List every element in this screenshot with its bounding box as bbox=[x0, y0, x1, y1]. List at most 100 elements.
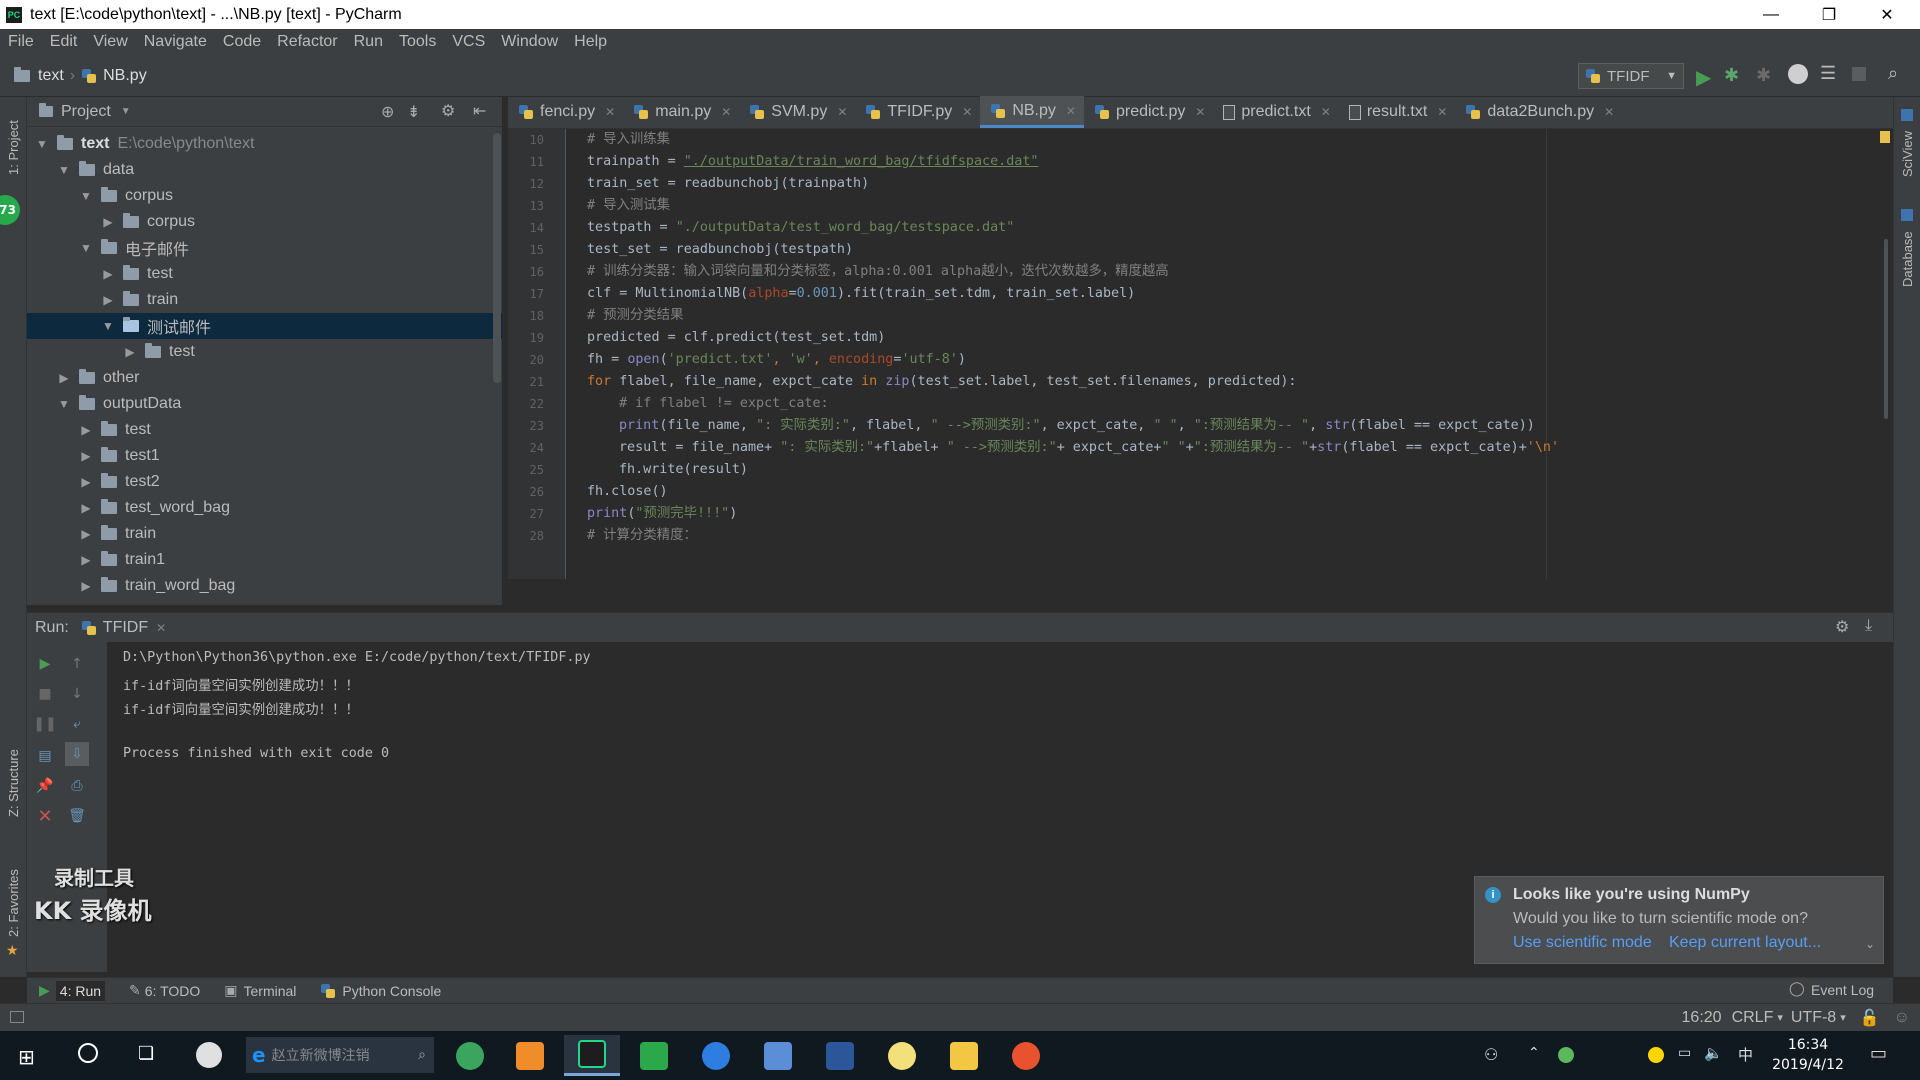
tree-item[interactable]: ▶ train bbox=[27, 287, 502, 313]
editor-tab[interactable]: NB.py ✕ bbox=[980, 96, 1084, 128]
collapse-all-icon[interactable]: ⇟ bbox=[407, 102, 420, 122]
expand-arrow-right-icon[interactable]: ▶ bbox=[79, 449, 93, 463]
line-separator[interactable]: CRLF bbox=[1732, 1009, 1774, 1027]
inspector-icon[interactable]: ☺ bbox=[1894, 1009, 1910, 1027]
expand-arrow-right-icon[interactable]: ▶ bbox=[57, 371, 71, 385]
people-icon[interactable]: ⚇ bbox=[1484, 1045, 1498, 1064]
lock-icon[interactable]: 🔓 bbox=[1860, 1008, 1880, 1028]
windows-start-icon[interactable]: ⊞ bbox=[18, 1045, 35, 1069]
app-icon[interactable] bbox=[196, 1042, 222, 1068]
taskbar-app-explorer[interactable] bbox=[936, 1035, 992, 1076]
editor-tab[interactable]: predict.py ✕ bbox=[1084, 96, 1213, 128]
gear-icon[interactable]: ⚙ bbox=[1835, 617, 1849, 637]
restore-layout-icon[interactable]: ▤ bbox=[35, 746, 55, 766]
search-icon[interactable]: ⌕ bbox=[1888, 63, 1898, 84]
expand-arrow-right-icon[interactable]: ▶ bbox=[79, 501, 93, 515]
tree-item[interactable]: ▶ test bbox=[27, 261, 502, 287]
keep-current-layout-link[interactable]: Keep current layout... bbox=[1669, 934, 1821, 952]
restore-button[interactable]: ❐ bbox=[1800, 0, 1858, 29]
cortana-icon[interactable] bbox=[78, 1043, 98, 1063]
debug-icon[interactable]: ✱ bbox=[1724, 65, 1739, 86]
trash-icon[interactable]: 🗑 bbox=[67, 806, 87, 826]
tree-item[interactable]: ▶ test bbox=[27, 339, 502, 365]
taskbar-app-word[interactable] bbox=[812, 1035, 868, 1076]
breadcrumb-project[interactable]: text bbox=[38, 67, 64, 85]
menu-navigate[interactable]: Navigate bbox=[136, 33, 215, 51]
menu-tools[interactable]: Tools bbox=[391, 33, 444, 51]
taskbar-app-bird[interactable] bbox=[750, 1035, 806, 1076]
run-tab-tfidf[interactable]: TFIDF bbox=[103, 619, 148, 637]
expand-arrow-right-icon[interactable]: ▶ bbox=[79, 527, 93, 541]
print-icon[interactable]: ⎙ bbox=[67, 776, 87, 796]
expand-arrow-down-icon[interactable]: ▼ bbox=[101, 319, 115, 333]
editor-tab[interactable]: data2Bunch.py ✕ bbox=[1455, 96, 1622, 128]
editor-tab[interactable]: SVM.py ✕ bbox=[739, 96, 855, 128]
run-tool-window-button[interactable]: 4: Run bbox=[55, 980, 106, 1001]
expand-arrow-right-icon[interactable]: ▶ bbox=[123, 345, 137, 359]
tree-item[interactable]: ▼ outputData bbox=[27, 391, 502, 417]
close-icon[interactable]: ✕ bbox=[962, 105, 972, 119]
close-icon[interactable]: ✕ bbox=[35, 806, 55, 827]
chevron-down-icon[interactable]: ⌄ bbox=[1865, 937, 1875, 951]
tree-item[interactable]: ▼ data bbox=[27, 157, 502, 183]
pin-icon[interactable]: 📌 bbox=[35, 776, 55, 796]
menu-help[interactable]: Help bbox=[566, 33, 615, 51]
caret-position[interactable]: 16:20 bbox=[1682, 1009, 1722, 1027]
taskbar-search-box[interactable]: e 赵立新微博注销 ⌕ bbox=[246, 1037, 434, 1073]
close-button[interactable]: ✕ bbox=[1858, 0, 1916, 29]
taskbar-app-orange[interactable] bbox=[502, 1035, 558, 1076]
close-icon[interactable]: ✕ bbox=[1437, 105, 1447, 119]
tree-item[interactable]: ▶ train bbox=[27, 521, 502, 547]
database-tool-window-button[interactable]: Database bbox=[1900, 231, 1915, 287]
taskbar-app-blue-k[interactable] bbox=[688, 1035, 744, 1076]
editor-tab[interactable]: TFIDF.py ✕ bbox=[855, 96, 980, 128]
rerun-icon[interactable]: ▶ bbox=[35, 654, 55, 674]
volume-icon[interactable]: 🔈 bbox=[1704, 1044, 1723, 1062]
taskbar-app-green[interactable] bbox=[626, 1035, 682, 1076]
tree-item[interactable]: ▶ train1 bbox=[27, 547, 502, 573]
menu-code[interactable]: Code bbox=[215, 33, 269, 51]
hide-panel-icon[interactable]: ⤓ bbox=[1865, 617, 1872, 635]
locate-icon[interactable]: ⊕ bbox=[381, 102, 394, 122]
close-icon[interactable]: ✕ bbox=[156, 621, 166, 635]
arrow-up-icon[interactable]: ↑ bbox=[67, 654, 87, 674]
python-console-tool-window-button[interactable]: Python Console bbox=[342, 983, 441, 999]
expand-arrow-right-icon[interactable]: ▶ bbox=[101, 267, 115, 281]
expand-arrow-down-icon[interactable]: ▼ bbox=[79, 189, 93, 203]
project-view-selector[interactable]: Project bbox=[61, 103, 111, 121]
hide-panel-icon[interactable]: ⇤ bbox=[473, 101, 486, 121]
soft-wrap-icon[interactable]: ⤶ bbox=[67, 714, 87, 734]
taskbar-app-pycharm[interactable] bbox=[564, 1035, 620, 1076]
use-scientific-mode-link[interactable]: Use scientific mode bbox=[1513, 934, 1652, 952]
close-icon[interactable]: ✕ bbox=[1066, 104, 1076, 118]
expand-arrow-down-icon[interactable]: ▼ bbox=[35, 137, 49, 151]
menu-file[interactable]: File bbox=[0, 33, 42, 51]
tree-item[interactable]: ▼ corpus bbox=[27, 183, 502, 209]
editor-tab[interactable]: result.txt ✕ bbox=[1339, 96, 1456, 128]
expand-arrow-right-icon[interactable]: ▶ bbox=[101, 293, 115, 307]
tree-item[interactable]: ▶ corpus bbox=[27, 209, 502, 235]
ime-indicator[interactable]: 中 bbox=[1738, 1044, 1753, 1065]
structure-tool-window-button[interactable]: Z: Structure bbox=[6, 749, 21, 817]
tree-item[interactable]: ▼ 电子邮件 bbox=[27, 235, 502, 261]
taskbar-app-browser[interactable] bbox=[442, 1035, 498, 1076]
stop-icon[interactable]: ■ bbox=[35, 684, 55, 704]
breadcrumb-file[interactable]: NB.py bbox=[103, 67, 147, 85]
taskbar-app-recorder[interactable] bbox=[998, 1035, 1054, 1076]
menu-window[interactable]: Window bbox=[493, 33, 566, 51]
close-icon[interactable]: ✕ bbox=[837, 105, 847, 119]
notification-center-icon[interactable]: ▭ bbox=[1870, 1043, 1887, 1064]
profile-icon[interactable] bbox=[1788, 64, 1808, 84]
stop-icon[interactable] bbox=[1852, 67, 1866, 81]
tree-item[interactable]: ▼ 测试邮件 bbox=[27, 313, 502, 339]
taskbar-clock[interactable]: 16:34 2019/4/12 bbox=[1766, 1035, 1850, 1075]
event-log-button[interactable]: Event Log bbox=[1811, 982, 1874, 998]
pause-icon[interactable]: ❚❚ bbox=[33, 714, 56, 734]
run-icon[interactable]: ▶ bbox=[1696, 65, 1711, 90]
expand-arrow-down-icon[interactable]: ▼ bbox=[57, 163, 71, 177]
menu-edit[interactable]: Edit bbox=[42, 33, 86, 51]
task-view-icon[interactable]: ❏ bbox=[138, 1043, 154, 1064]
code-editor[interactable]: # 导入训练集 trainpath = "./outputData/train_… bbox=[566, 129, 1893, 579]
close-icon[interactable]: ✕ bbox=[1321, 105, 1331, 119]
editor-tab[interactable]: main.py ✕ bbox=[623, 96, 739, 128]
